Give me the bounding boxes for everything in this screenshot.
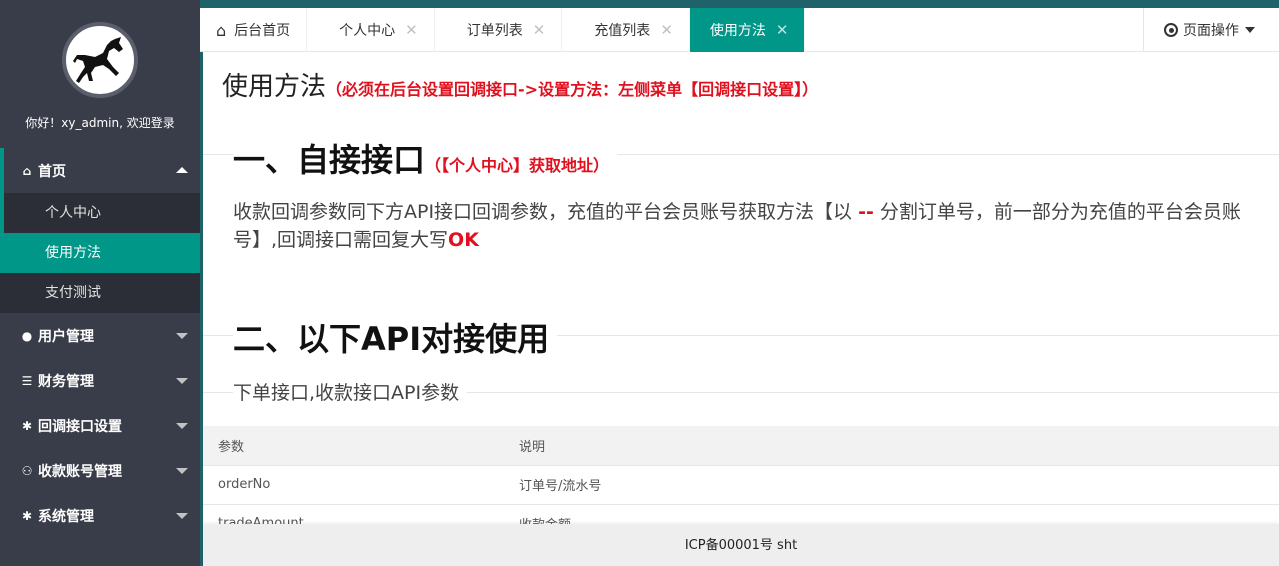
table-header: 说明 [504, 426, 1279, 466]
tab-dashboard-label: 后台首页 [234, 23, 291, 39]
user-icon: ● [21, 328, 33, 343]
caret-down-icon [176, 423, 188, 429]
nav-user-manage-label: 用户管理 [38, 328, 94, 345]
nav-finance-label: 财务管理 [38, 373, 94, 390]
caret-down-icon [176, 378, 188, 384]
close-icon[interactable]: ✕ [405, 21, 418, 39]
table-cell: tradeAmount [203, 504, 504, 524]
nav-accounts[interactable]: ⚇ 收款账号管理 [0, 448, 200, 493]
caret-down-icon [176, 513, 188, 519]
home-icon: ⌂ [216, 20, 227, 40]
submenu-home: 个人中心 使用方法 支付测试 [0, 193, 200, 313]
page-operations-dropdown[interactable]: 页面操作 [1143, 8, 1279, 52]
horse-logo-icon [73, 37, 123, 83]
nav-accounts-label: 收款账号管理 [38, 463, 122, 480]
section2-heading: 二、以下API对接使用 [233, 314, 558, 360]
tab-orders[interactable]: 订单列表 ✕ [435, 8, 563, 52]
welcome-text: 你好！xy_admin, 欢迎登录 [25, 116, 175, 130]
sub-item-usage[interactable]: 使用方法 [0, 233, 200, 273]
close-icon[interactable]: ✕ [533, 21, 546, 39]
main-content: 使用方法（必须在后台设置回调接口->设置方法：左侧菜单【回调接口设置】） 一、自… [203, 52, 1279, 524]
page-operations-label: 页面操作 [1183, 23, 1239, 39]
avatar[interactable] [62, 22, 138, 98]
list-icon: ☰ [21, 373, 33, 388]
tab-dashboard[interactable]: ⌂ 后台首页 [200, 8, 308, 52]
caret-down-icon [176, 468, 188, 474]
tab-bar: ⌂ 后台首页 个人中心 ✕ 订单列表 ✕ 充值列表 ✕ 使用方法 ✕ 页面操作 [200, 8, 1279, 52]
tab-usage-label: 使用方法 [709, 23, 766, 39]
para-separator: -- [858, 201, 874, 223]
table-cell: orderNo [203, 465, 504, 505]
close-icon[interactable]: ✕ [660, 21, 673, 39]
caret-down-icon [1245, 27, 1255, 33]
table-header-row: 参数 说明 [203, 426, 1279, 466]
footer: ICP备00001号 sht [203, 524, 1279, 566]
top-accent-bar [200, 0, 1279, 8]
para-ok: OK [448, 229, 479, 251]
tab-profile-label: 个人中心 [339, 23, 396, 39]
tab-recharge[interactable]: 充值列表 ✕ [562, 8, 690, 52]
nav-callback-label: 回调接口设置 [38, 418, 122, 435]
close-icon[interactable]: ✕ [776, 21, 789, 39]
para-text-a: 收款回调参数同下方API接口回调参数，充值的平台会员账号获取方法【以 [233, 201, 859, 223]
page-title-text: 使用方法 [222, 72, 327, 102]
table-row: tradeAmount 收款金额 [203, 504, 1279, 524]
api-params-table: 参数 说明 orderNo 订单号/流水号 tradeAmount 收款金额 [203, 426, 1279, 524]
page-title-note: （必须在后台设置回调接口->设置方法：左侧菜单【回调接口设置】） [326, 80, 819, 99]
users-icon: ⚇ [21, 463, 33, 478]
table-row: orderNo 订单号/流水号 [203, 465, 1279, 505]
section1-title: 一、自接接口 [233, 141, 426, 179]
tab-recharge-label: 充值列表 [594, 23, 651, 39]
target-icon [1164, 23, 1178, 37]
caret-up-icon [176, 167, 188, 173]
gear-icon: ✱ [21, 508, 33, 523]
api-params-title: 下单接口,收款接口API参数 [233, 378, 468, 405]
sub-item-profile[interactable]: 个人中心 [0, 193, 200, 233]
home-icon: ⌂ [22, 163, 32, 178]
profile-area: 你好！xy_admin, 欢迎登录 [0, 0, 200, 148]
nav-finance[interactable]: ☰ 财务管理 [0, 358, 200, 403]
page-title: 使用方法（必须在后台设置回调接口->设置方法：左侧菜单【回调接口设置】） [222, 66, 818, 103]
nav-home[interactable]: ⌂ 首页 [0, 148, 200, 193]
tab-profile[interactable]: 个人中心 ✕ [307, 8, 435, 52]
caret-down-icon [176, 333, 188, 339]
sub-item-pay-test[interactable]: 支付测试 [0, 273, 200, 313]
nav-callback[interactable]: ✱ 回调接口设置 [0, 403, 200, 448]
nav-user-manage[interactable]: ● 用户管理 [0, 313, 200, 358]
table-cell: 订单号/流水号 [504, 465, 1279, 505]
nav-home-label: 首页 [38, 163, 66, 180]
gear-icon: ✱ [21, 418, 33, 433]
nav-system-label: 系统管理 [38, 508, 94, 525]
table-header: 参数 [203, 426, 504, 466]
tab-usage[interactable]: 使用方法 ✕ [689, 8, 806, 52]
callback-description: 收款回调参数同下方API接口回调参数，充值的平台会员账号获取方法【以 -- 分割… [233, 198, 1273, 254]
section1-note: （【个人中心】获取地址） [425, 156, 610, 175]
sidebar: 你好！xy_admin, 欢迎登录 ⌂ 首页 个人中心 使用方法 支付测试 ● … [0, 0, 200, 566]
nav-system[interactable]: ✱ 系统管理 [0, 493, 200, 538]
section1-heading: 一、自接接口（【个人中心】获取地址） [233, 135, 618, 181]
tab-orders-label: 订单列表 [466, 23, 523, 39]
table-cell: 收款金额 [504, 504, 1279, 524]
